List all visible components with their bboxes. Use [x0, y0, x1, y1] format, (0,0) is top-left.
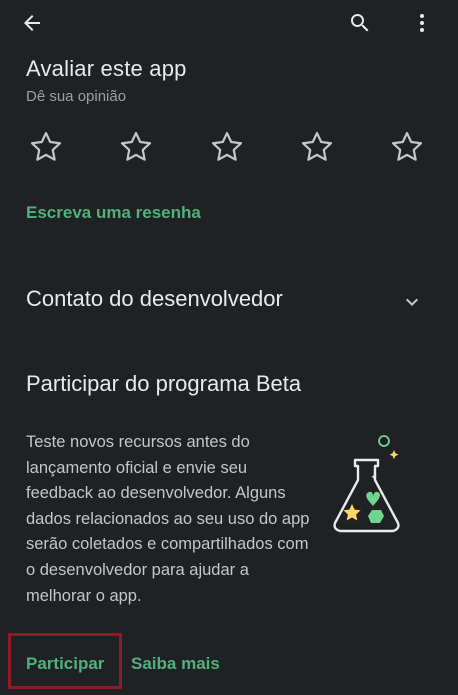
developer-contact-label: Contato do desenvolvedor	[26, 286, 283, 311]
back-button[interactable]	[12, 3, 52, 43]
beta-flask-illustration	[333, 435, 400, 533]
star-outline-icon	[30, 131, 62, 161]
beta-program-description: Teste novos recursos antes do lançamento…	[26, 433, 310, 605]
beta-program-title: Participar do programa Beta	[26, 371, 302, 396]
rate-app-title: Avaliar este app	[26, 56, 187, 81]
star-rating	[27, 128, 433, 168]
write-review-link[interactable]: Escreva uma resenha	[26, 203, 201, 223]
chevron-down-icon	[406, 298, 418, 306]
more-options-button[interactable]	[402, 3, 442, 43]
star-4-button[interactable]	[298, 128, 336, 166]
back-arrow-icon	[24, 15, 40, 31]
learn-more-link[interactable]: Saiba mais	[131, 654, 220, 674]
search-button[interactable]	[340, 3, 380, 43]
join-beta-button[interactable]: Participar	[26, 654, 104, 674]
star-outline-icon	[211, 131, 243, 161]
star-2-button[interactable]	[117, 128, 155, 166]
star-5-button[interactable]	[388, 128, 426, 166]
star-outline-icon	[391, 131, 423, 161]
star-outline-icon	[120, 131, 152, 161]
star-outline-icon	[301, 131, 333, 161]
search-icon	[351, 14, 369, 32]
star-1-button[interactable]	[27, 128, 65, 166]
developer-contact-section[interactable]: Contato do desenvolvedor	[26, 286, 436, 316]
more-vert-icon	[420, 14, 424, 32]
top-app-bar	[0, 0, 458, 48]
rate-app-subtitle: Dê sua opinião	[26, 88, 127, 105]
star-3-button[interactable]	[208, 128, 246, 166]
